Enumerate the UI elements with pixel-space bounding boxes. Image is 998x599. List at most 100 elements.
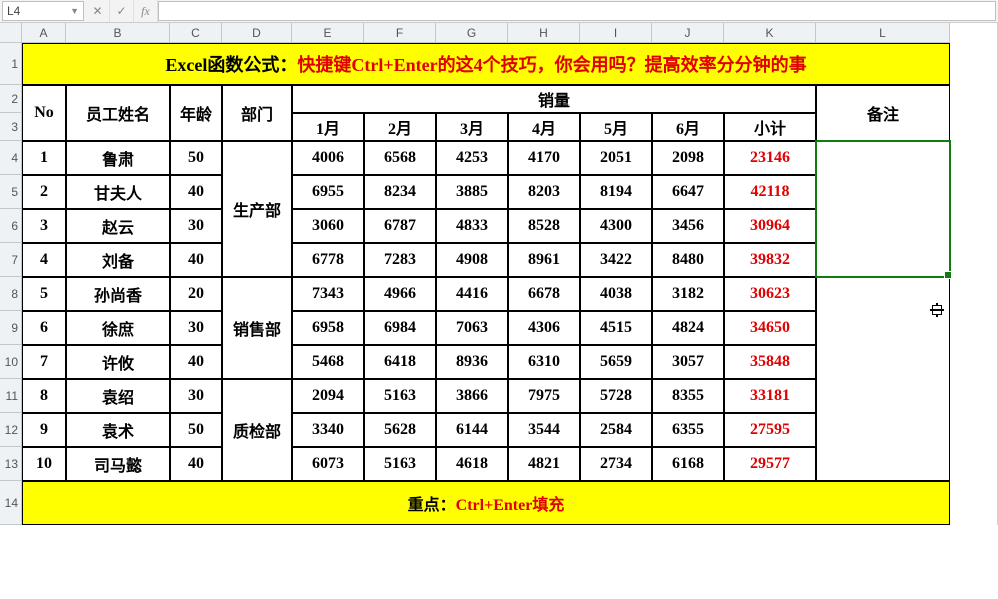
formula-input[interactable]: [158, 1, 996, 21]
cell-month-value[interactable]: 4824: [652, 311, 724, 345]
remark-area-1[interactable]: [816, 141, 950, 277]
cell-month-value[interactable]: 2584: [580, 413, 652, 447]
fx-icon[interactable]: fx: [134, 0, 158, 22]
cell-month-value[interactable]: 6418: [364, 345, 436, 379]
cell-age[interactable]: 40: [170, 243, 222, 277]
cell-month-value[interactable]: 4833: [436, 209, 508, 243]
row-header[interactable]: 5: [0, 175, 22, 209]
cell-name[interactable]: 孙尚香: [66, 277, 170, 311]
cell-month-value[interactable]: 2098: [652, 141, 724, 175]
cell-age[interactable]: 30: [170, 209, 222, 243]
cell-name[interactable]: 鲁肃: [66, 141, 170, 175]
row-header[interactable]: 4: [0, 141, 22, 175]
confirm-icon[interactable]: ✓: [110, 0, 134, 22]
cell-month-value[interactable]: 4966: [364, 277, 436, 311]
header-subtotal[interactable]: 小计: [724, 113, 816, 141]
title-banner[interactable]: Excel函数公式：快捷键Ctrl+Enter的这4个技巧，你会用吗？提高效率分…: [22, 43, 950, 85]
row-header[interactable]: 11: [0, 379, 22, 413]
cell-month-value[interactable]: 4006: [292, 141, 364, 175]
cell-month-value[interactable]: 8480: [652, 243, 724, 277]
cell-name[interactable]: 徐庶: [66, 311, 170, 345]
header-month[interactable]: 1月: [292, 113, 364, 141]
cell-month-value[interactable]: 4038: [580, 277, 652, 311]
cell-age[interactable]: 30: [170, 379, 222, 413]
row-header[interactable]: 7: [0, 243, 22, 277]
cell-month-value[interactable]: 4618: [436, 447, 508, 481]
cell-month-value[interactable]: 4300: [580, 209, 652, 243]
header-month[interactable]: 5月: [580, 113, 652, 141]
cell-month-value[interactable]: 3456: [652, 209, 724, 243]
cell-month-value[interactable]: 4416: [436, 277, 508, 311]
cell-no[interactable]: 6: [22, 311, 66, 345]
column-header[interactable]: D: [222, 23, 292, 43]
cell-subtotal[interactable]: 34650: [724, 311, 816, 345]
cell-month-value[interactable]: 3057: [652, 345, 724, 379]
cell-month-value[interactable]: 3885: [436, 175, 508, 209]
header-name[interactable]: 员工姓名: [66, 85, 170, 141]
cell-subtotal[interactable]: 23146: [724, 141, 816, 175]
cell-month-value[interactable]: 8528: [508, 209, 580, 243]
column-header[interactable]: I: [580, 23, 652, 43]
cell-age[interactable]: 20: [170, 277, 222, 311]
cell-dept[interactable]: 销售部: [222, 277, 292, 379]
cell-month-value[interactable]: 3182: [652, 277, 724, 311]
cell-month-value[interactable]: 5468: [292, 345, 364, 379]
cell-subtotal[interactable]: 29577: [724, 447, 816, 481]
header-month[interactable]: 6月: [652, 113, 724, 141]
cell-month-value[interactable]: 2051: [580, 141, 652, 175]
cell-month-value[interactable]: 4306: [508, 311, 580, 345]
cell-month-value[interactable]: 5163: [364, 447, 436, 481]
column-header[interactable]: K: [724, 23, 816, 43]
chevron-down-icon[interactable]: ▼: [70, 6, 79, 16]
cell-month-value[interactable]: 2094: [292, 379, 364, 413]
cell-month-value[interactable]: 4908: [436, 243, 508, 277]
header-sales-group[interactable]: 销量: [292, 85, 816, 113]
cell-month-value[interactable]: 5628: [364, 413, 436, 447]
cell-month-value[interactable]: 5659: [580, 345, 652, 379]
cell-no[interactable]: 9: [22, 413, 66, 447]
cell-month-value[interactable]: 2734: [580, 447, 652, 481]
cell-age[interactable]: 40: [170, 175, 222, 209]
cell-no[interactable]: 10: [22, 447, 66, 481]
column-header[interactable]: J: [652, 23, 724, 43]
cell-month-value[interactable]: 4170: [508, 141, 580, 175]
cell-month-value[interactable]: 6984: [364, 311, 436, 345]
row-header[interactable]: 2: [0, 85, 22, 113]
cell-month-value[interactable]: 8203: [508, 175, 580, 209]
cell-name[interactable]: 袁术: [66, 413, 170, 447]
cell-month-value[interactable]: 3422: [580, 243, 652, 277]
cell-no[interactable]: 8: [22, 379, 66, 413]
row-header[interactable]: 13: [0, 447, 22, 481]
row-header[interactable]: 9: [0, 311, 22, 345]
header-month[interactable]: 4月: [508, 113, 580, 141]
cell-month-value[interactable]: 6955: [292, 175, 364, 209]
row-header[interactable]: 10: [0, 345, 22, 379]
cell-month-value[interactable]: 3060: [292, 209, 364, 243]
cell-name[interactable]: 许攸: [66, 345, 170, 379]
cell-month-value[interactable]: 8194: [580, 175, 652, 209]
cell-no[interactable]: 4: [22, 243, 66, 277]
column-header[interactable]: L: [816, 23, 950, 43]
cell-month-value[interactable]: 3866: [436, 379, 508, 413]
cell-month-value[interactable]: 6647: [652, 175, 724, 209]
header-dept[interactable]: 部门: [222, 85, 292, 141]
cell-age[interactable]: 40: [170, 345, 222, 379]
cell-age[interactable]: 30: [170, 311, 222, 345]
cell-month-value[interactable]: 6778: [292, 243, 364, 277]
cell-month-value[interactable]: 3340: [292, 413, 364, 447]
cell-month-value[interactable]: 6568: [364, 141, 436, 175]
cell-month-value[interactable]: 6958: [292, 311, 364, 345]
cell-name[interactable]: 袁绍: [66, 379, 170, 413]
cell-month-value[interactable]: 6073: [292, 447, 364, 481]
row-header[interactable]: 3: [0, 113, 22, 141]
cell-month-value[interactable]: 7975: [508, 379, 580, 413]
cell-month-value[interactable]: 5728: [580, 379, 652, 413]
cell-age[interactable]: 40: [170, 447, 222, 481]
column-header[interactable]: H: [508, 23, 580, 43]
cell-month-value[interactable]: 5163: [364, 379, 436, 413]
cell-subtotal[interactable]: 30964: [724, 209, 816, 243]
remark-area-2[interactable]: [816, 277, 950, 481]
cell-month-value[interactable]: 6787: [364, 209, 436, 243]
column-header[interactable]: G: [436, 23, 508, 43]
cell-subtotal[interactable]: 33181: [724, 379, 816, 413]
